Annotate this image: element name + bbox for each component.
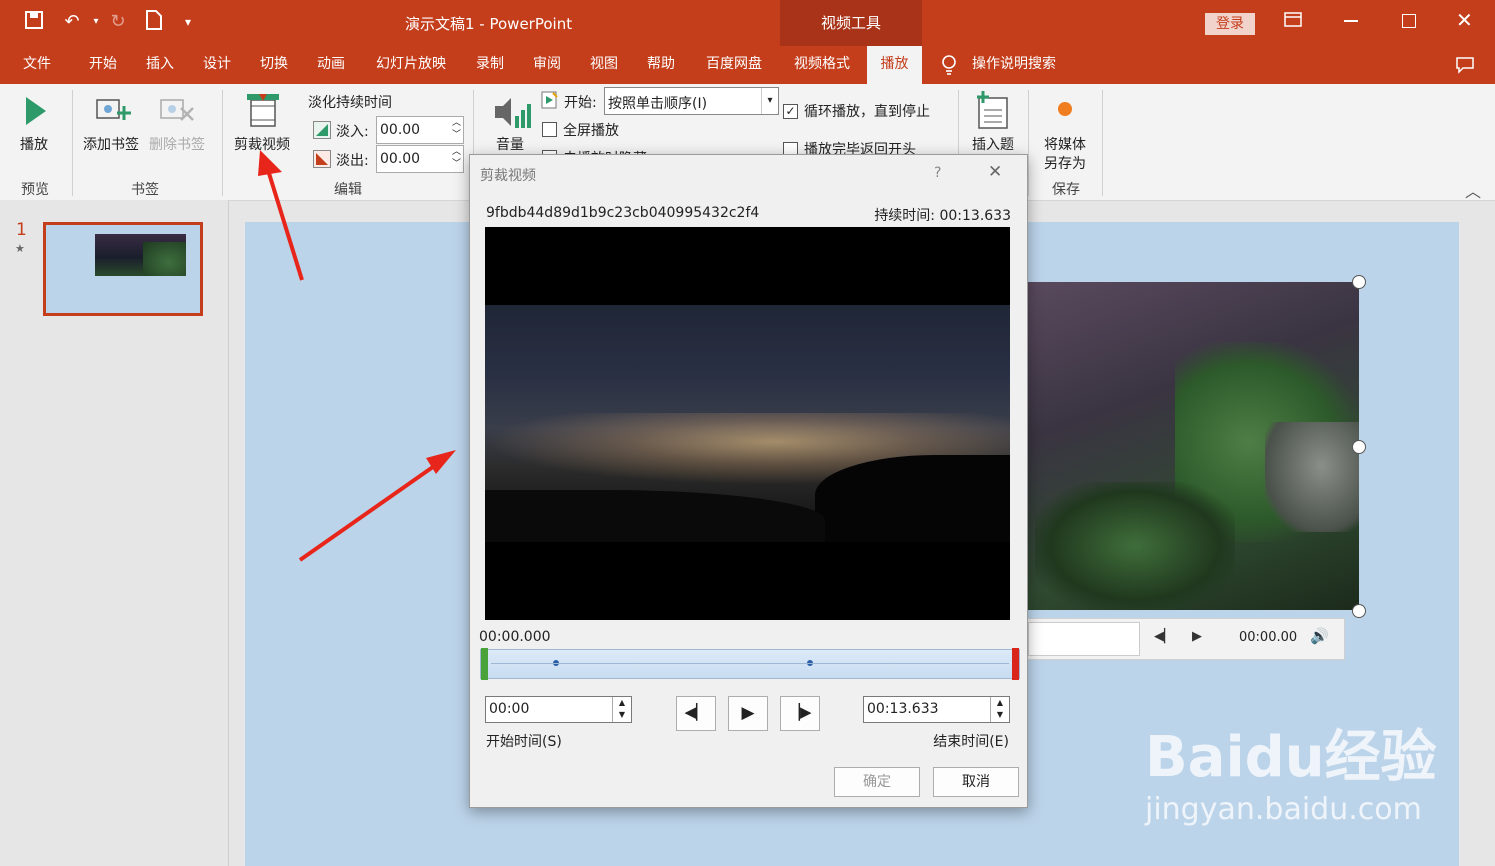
end-time-label: 结束时间(E) <box>933 734 1009 750</box>
video-duration: 持续时间: 00:13.633 <box>874 208 1011 224</box>
foreground-hill <box>485 490 825 542</box>
trim-video-dialog: 剪裁视频 ? ✕ 9fbdb44d89d1b9c23cb040995432c2f… <box>469 154 1028 808</box>
spinner-arrows-icon[interactable]: ▲ ▼ <box>612 697 631 722</box>
play-icon: ▶ <box>741 703 755 723</box>
start-time-label: 开始时间(S) <box>486 734 562 750</box>
ok-button[interactable]: 确定 <box>834 767 920 797</box>
play-button[interactable]: ▶ <box>728 696 768 731</box>
end-time-input[interactable]: 00:13.633 ▲ ▼ <box>863 696 1010 723</box>
video-preview <box>485 227 1010 620</box>
previous-frame-icon: ◀▏ <box>684 703 708 721</box>
spinner-arrows-icon[interactable]: ▲ ▼ <box>990 697 1009 722</box>
start-time-input[interactable]: 00:00 ▲ ▼ <box>485 696 632 723</box>
end-trim-handle[interactable] <box>1012 648 1019 680</box>
video-frame-city-night <box>485 305 1010 542</box>
dialog-close-icon[interactable]: ✕ <box>988 162 1002 182</box>
video-filename: 9fbdb44d89d1b9c23cb040995432c2f4 <box>486 205 760 221</box>
arrowhead <box>258 150 282 176</box>
end-time-value[interactable]: 00:13.633 <box>867 701 939 717</box>
dialog-title: 剪裁视频 <box>480 168 536 184</box>
arrow-to-dialog <box>298 460 442 562</box>
start-trim-handle[interactable] <box>481 648 488 680</box>
cancel-button[interactable]: 取消 <box>933 767 1019 797</box>
current-time: 00:00.000 <box>479 629 551 645</box>
mountain-silhouette <box>815 455 1010 542</box>
start-time-value[interactable]: 00:00 <box>489 701 529 717</box>
arrow-to-trim-button <box>266 169 304 281</box>
previous-frame-button[interactable]: ◀▏ <box>676 696 716 731</box>
timeline-track-line <box>491 663 1009 664</box>
next-frame-button[interactable]: ▕▶ <box>780 696 820 731</box>
help-icon[interactable]: ? <box>934 165 941 181</box>
next-frame-icon: ▕▶ <box>788 703 812 721</box>
trim-timeline[interactable] <box>480 648 1020 680</box>
